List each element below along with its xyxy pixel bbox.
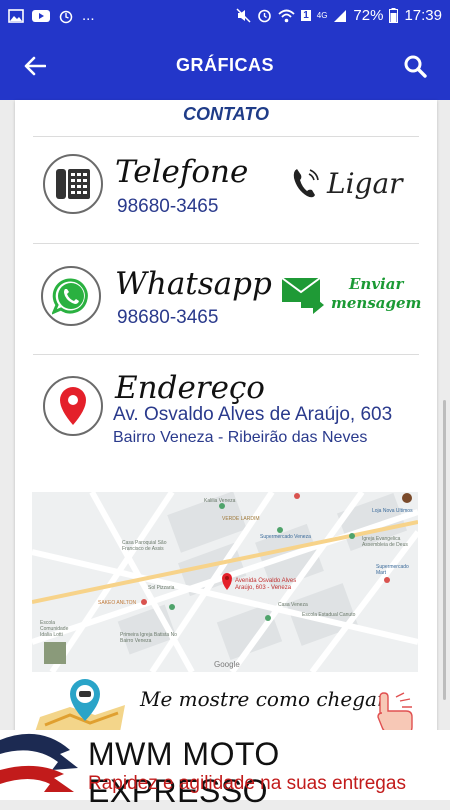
- map-place-label: Casa Paroquial São Francisco de Assis: [122, 540, 167, 552]
- image-icon: [8, 8, 24, 23]
- map-place-label: SAKEO ANLTON: [98, 600, 137, 606]
- desk-phone-icon: [56, 169, 90, 199]
- search-button[interactable]: [380, 54, 450, 78]
- whatsapp-circle[interactable]: [41, 266, 101, 326]
- alarm-icon: [258, 9, 271, 23]
- contact-section-title: CONTATO: [183, 104, 269, 124]
- map-place-label: Igreja Evangelica Assembleia de Deus: [362, 536, 408, 548]
- map-place-label: Escola Estadual Canuto: [302, 612, 356, 618]
- directions-label: Me mostre como chegar: [140, 687, 387, 711]
- status-bar: ... 1 4G 72% 17:39: [0, 0, 450, 31]
- directions-button[interactable]: Me mostre como chegar: [30, 677, 422, 737]
- divider: [33, 354, 419, 355]
- more-indicator: ...: [82, 7, 95, 24]
- battery-percent: 72%: [353, 7, 384, 24]
- map-pin-label-1: Avenida Osvaldo Alves: [235, 578, 297, 584]
- map-place-label: VERDE LARDIM: [222, 516, 260, 522]
- clock: 17:39: [404, 7, 442, 24]
- scrollbar[interactable]: [443, 400, 446, 700]
- whatsapp-label: Whatsapp: [115, 266, 272, 302]
- envelope-send-icon: [281, 277, 324, 314]
- address-street: Av. Osvaldo Alves de Araújo, 603: [113, 404, 393, 425]
- arrow-back-icon: [24, 56, 46, 75]
- address-district: Bairro Veneza - Ribeirão das Neves: [113, 429, 368, 446]
- map-place-label: Escola Comunidade Idalia Lotti: [40, 620, 69, 638]
- map-location-icon: [35, 679, 125, 732]
- battery-icon: [389, 8, 399, 23]
- map-attribution: Google: [214, 660, 240, 669]
- location-pin-icon: [60, 387, 86, 425]
- whatsapp-value: 98680-3465: [117, 307, 219, 328]
- map-view[interactable]: Avenida Osvaldo Alves Araújo, 603 - Vene…: [32, 492, 418, 672]
- map-place-label: Sol Pizzaria: [148, 585, 175, 591]
- whatsapp-icon: [52, 278, 88, 315]
- map-place-label: Loja Nova Ultimos: [372, 508, 413, 514]
- back-button[interactable]: [0, 56, 70, 76]
- call-label: Ligar: [327, 166, 403, 200]
- send-message-line1: Enviar: [349, 275, 404, 293]
- send-message-label: Enviar mensagem: [331, 275, 421, 313]
- page-title: GRÁFICAS: [176, 55, 274, 75]
- phone-circle[interactable]: [43, 154, 103, 214]
- endereco-label: Endereço: [115, 370, 265, 406]
- brand-logo-icon: [0, 733, 78, 792]
- contact-card: CONTATO Telefone 98680-3465 Ligar Whatsa…: [15, 100, 437, 740]
- footer-banner: MWM MOTO EXPRESSO Rapidez e agilidade na…: [0, 730, 450, 809]
- sim-badge: 1: [301, 10, 311, 21]
- map-place-label: Primeira Igreja Batista No Bairro Veneza: [120, 632, 177, 644]
- wifi-icon: [278, 9, 295, 22]
- app-bar: GRÁFICAS: [0, 31, 450, 100]
- alarm-snooze-icon: [59, 10, 73, 23]
- status-left-icons: ...: [8, 7, 95, 24]
- divider: [33, 243, 419, 244]
- network-label: 4G: [316, 11, 328, 20]
- location-circle[interactable]: [43, 376, 103, 436]
- map-place-label: Supermercado Mart: [376, 564, 409, 576]
- status-right-icons: 1 4G 72% 17:39: [236, 7, 442, 24]
- youtube-icon: [32, 9, 50, 22]
- signal-icon: [334, 9, 347, 22]
- map-place-label: Supermercado Veneza: [260, 534, 311, 540]
- search-icon: [404, 55, 427, 78]
- map-place-label: Casa Veneza: [278, 602, 308, 608]
- phone-call-icon: [293, 169, 319, 198]
- send-message-button[interactable]: Enviar mensagem: [281, 274, 421, 314]
- mute-icon: [236, 8, 251, 23]
- footer-subtitle: Rapidez e agilidade na suas entregas: [88, 773, 406, 794]
- send-message-line2: mensagem: [331, 294, 422, 312]
- hand-pointer-icon: [377, 692, 413, 734]
- map-place-label: Kalilia Veneza: [204, 498, 236, 504]
- telefone-label: Telefone: [115, 154, 249, 190]
- map-pin-label-2: Araújo, 603 - Veneza: [235, 585, 292, 591]
- telefone-value: 98680-3465: [117, 196, 219, 217]
- divider: [33, 136, 419, 137]
- call-button[interactable]: Ligar: [291, 166, 403, 200]
